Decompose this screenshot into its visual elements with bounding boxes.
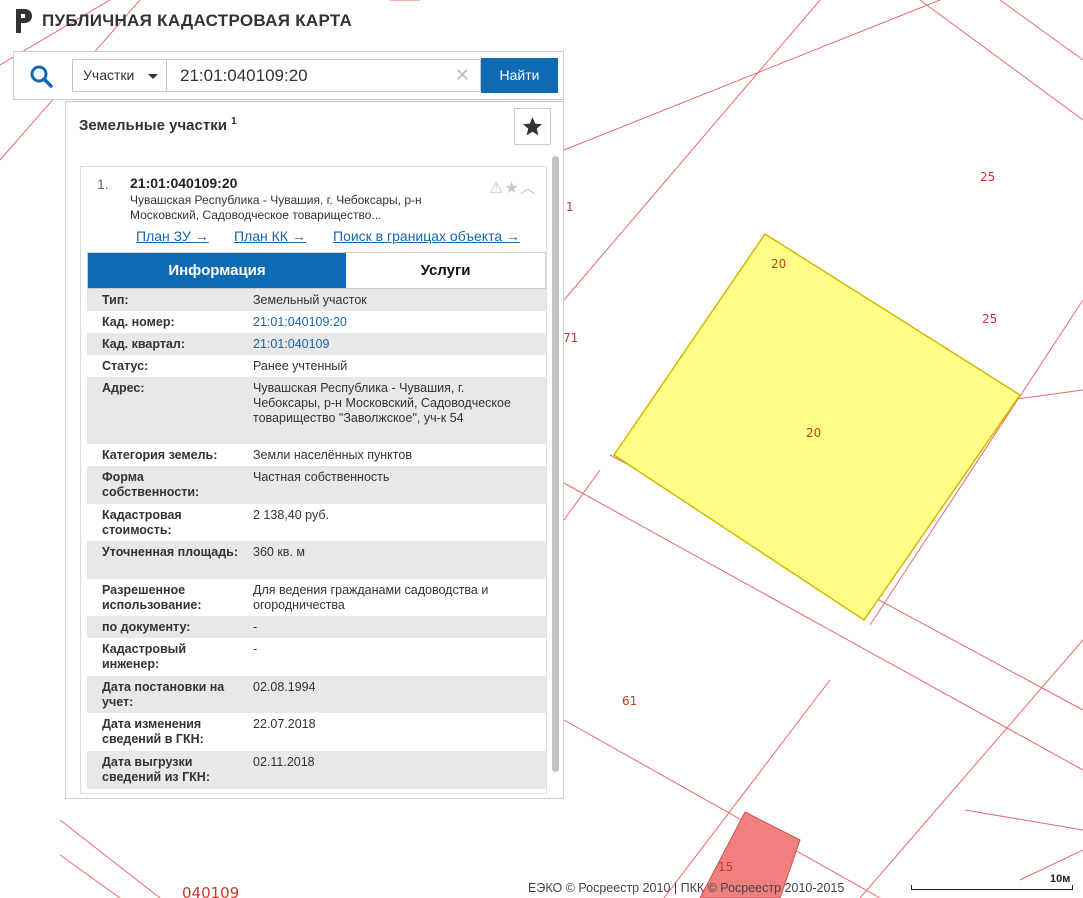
info-value: Частная собственность <box>253 470 390 484</box>
info-row: Разрешенное использование: Для ведения гр… <box>87 579 546 616</box>
info-key: Категория земель: <box>102 448 218 462</box>
info-row: Категория земель: Земли населённых пункто… <box>87 444 546 466</box>
chevron-down-icon <box>148 74 158 79</box>
find-button[interactable]: Найти <box>481 58 558 93</box>
plan-kk-link[interactable]: План КК → <box>234 228 306 244</box>
info-table: Тип: Земельный участок Кад. номер: 21:01:04… <box>87 289 546 789</box>
result-card: 1. 21:01:040109:20 Чувашская Республика … <box>80 166 547 794</box>
info-value: Земельный участок <box>253 293 367 307</box>
search-icon[interactable] <box>28 63 54 89</box>
info-key: Тип: <box>102 293 129 307</box>
info-key: Дата изменения сведений в ГКН: <box>102 717 204 746</box>
rosreestr-logo-icon <box>16 9 32 33</box>
object-type-label: Участки <box>83 67 135 83</box>
info-key: по документу: <box>102 620 191 634</box>
info-row: Кад. квартал: 21:01:040109 <box>87 333 546 355</box>
card-actions: ⚠★︿ <box>489 174 537 198</box>
info-key: Статус: <box>102 359 149 373</box>
info-value: 360 кв. м <box>253 545 305 559</box>
info-key: Кад. квартал: <box>102 337 185 351</box>
info-value[interactable]: 21:01:040109 <box>253 337 533 352</box>
info-key: Форма собственности: <box>102 470 200 499</box>
map-label-1: 1 <box>566 200 574 214</box>
info-value: 02.11.2018 <box>253 755 315 769</box>
info-row: Адрес: Чувашская Республика - Чувашия, г.… <box>87 377 546 444</box>
search-input[interactable]: 21:01:040109:20 ✕ <box>167 59 481 92</box>
info-value: - <box>253 642 258 656</box>
info-value: - <box>253 620 258 634</box>
tab-services[interactable]: Услуги <box>346 253 545 288</box>
info-value: 02.08.1994 <box>253 680 316 694</box>
info-value[interactable]: 21:01:040109:20 <box>253 315 533 330</box>
map-label-61: 61 <box>622 694 637 708</box>
info-key: Разрешенное использование: <box>102 583 202 612</box>
info-row: Дата изменения сведений в ГКН: 22.07.2018 <box>87 713 546 751</box>
scale-bar <box>911 885 1073 890</box>
map-label-25a: 25 <box>980 170 995 184</box>
star-icon <box>523 117 542 136</box>
info-key: Кадастровый инженер: <box>102 642 187 671</box>
map-label-20b: 20 <box>806 426 821 440</box>
info-key: Дата выгрузки сведений из ГКН: <box>102 755 210 784</box>
info-row: Тип: Земельный участок <box>87 289 546 311</box>
info-value: Для ведения гражданами садоводства и ого… <box>253 583 489 612</box>
favorite-button[interactable] <box>514 108 551 145</box>
search-bar: Участки 21:01:040109:20 ✕ Найти <box>13 51 564 100</box>
search-query: 21:01:040109:20 <box>180 66 308 85</box>
scale-label: 10м <box>1050 873 1071 885</box>
info-value: 22.07.2018 <box>253 717 316 731</box>
plan-zu-link[interactable]: План ЗУ → <box>136 228 209 244</box>
star-icon[interactable]: ★ <box>504 178 519 197</box>
info-row: Кад. номер: 21:01:040109:20 <box>87 311 546 333</box>
object-type-select[interactable]: Участки <box>72 59 167 92</box>
scrollbar-thumb[interactable] <box>552 156 559 772</box>
result-cad-number[interactable]: 21:01:040109:20 <box>130 175 237 191</box>
info-key: Уточненная площадь: <box>102 545 239 559</box>
info-row: Статус: Ранее учтенный <box>87 355 546 377</box>
info-key: Кадастровая стоимость: <box>102 508 182 537</box>
info-key: Адрес: <box>102 381 145 395</box>
close-icon[interactable]: ✕ <box>455 60 470 91</box>
info-value: 2 138,40 руб. <box>253 508 329 522</box>
result-address: Чувашская Республика - Чувашия, г. Чебок… <box>130 193 422 222</box>
panel-title: Земельные участки 1 <box>79 116 237 134</box>
info-row: Кадастровый инженер: - <box>87 638 546 676</box>
result-count: 1 <box>231 116 237 127</box>
chevron-up-icon[interactable]: ︿ <box>520 178 537 197</box>
info-row: Дата постановки на учет: 02.08.1994 <box>87 676 546 713</box>
results-panel: Земельные участки 1 1. 21:01:040109:20 Ч… <box>65 101 564 799</box>
info-row: Дата выгрузки сведений из ГКН: 02.11.2018 <box>87 751 546 789</box>
map-label-quarter: 040109 <box>182 884 239 898</box>
tab-information[interactable]: Информация <box>88 253 346 288</box>
info-row: Кадастровая стоимость: 2 138,40 руб. <box>87 504 546 541</box>
map-label-25b: 25 <box>982 312 997 326</box>
search-in-bounds-link[interactable]: Поиск в границах объекта → <box>333 228 520 244</box>
info-value: Чувашская Республика - Чувашия, г. Чебок… <box>253 381 511 425</box>
map-label-20a: 20 <box>771 257 786 271</box>
info-row: по документу: - <box>87 616 546 638</box>
app-logo[interactable]: ПУБЛИЧНАЯ КАДАСТРОВАЯ КАРТА <box>14 8 352 34</box>
info-key: Кад. номер: <box>102 315 175 329</box>
map-label-15: 15 <box>718 860 733 874</box>
info-row: Форма собственности: Частная собственност… <box>87 466 546 504</box>
info-key: Дата постановки на учет: <box>102 680 225 709</box>
result-number: 1. <box>97 176 109 192</box>
info-tabs: Информация Услуги <box>87 252 546 289</box>
info-value: Ранее учтенный <box>253 359 348 373</box>
panel-title-text: Земельные участки <box>79 117 227 134</box>
map-label-71: 71 <box>563 331 578 345</box>
app-title: ПУБЛИЧНАЯ КАДАСТРОВАЯ КАРТА <box>42 11 353 30</box>
info-value: Земли населённых пунктов <box>253 448 412 462</box>
map-attribution: ЕЭКО © Росреестр 2010 | ПКК © Росреестр … <box>528 881 845 895</box>
info-row: Уточненная площадь: 360 кв. м <box>87 541 546 579</box>
warning-icon[interactable]: ⚠ <box>489 178 504 197</box>
